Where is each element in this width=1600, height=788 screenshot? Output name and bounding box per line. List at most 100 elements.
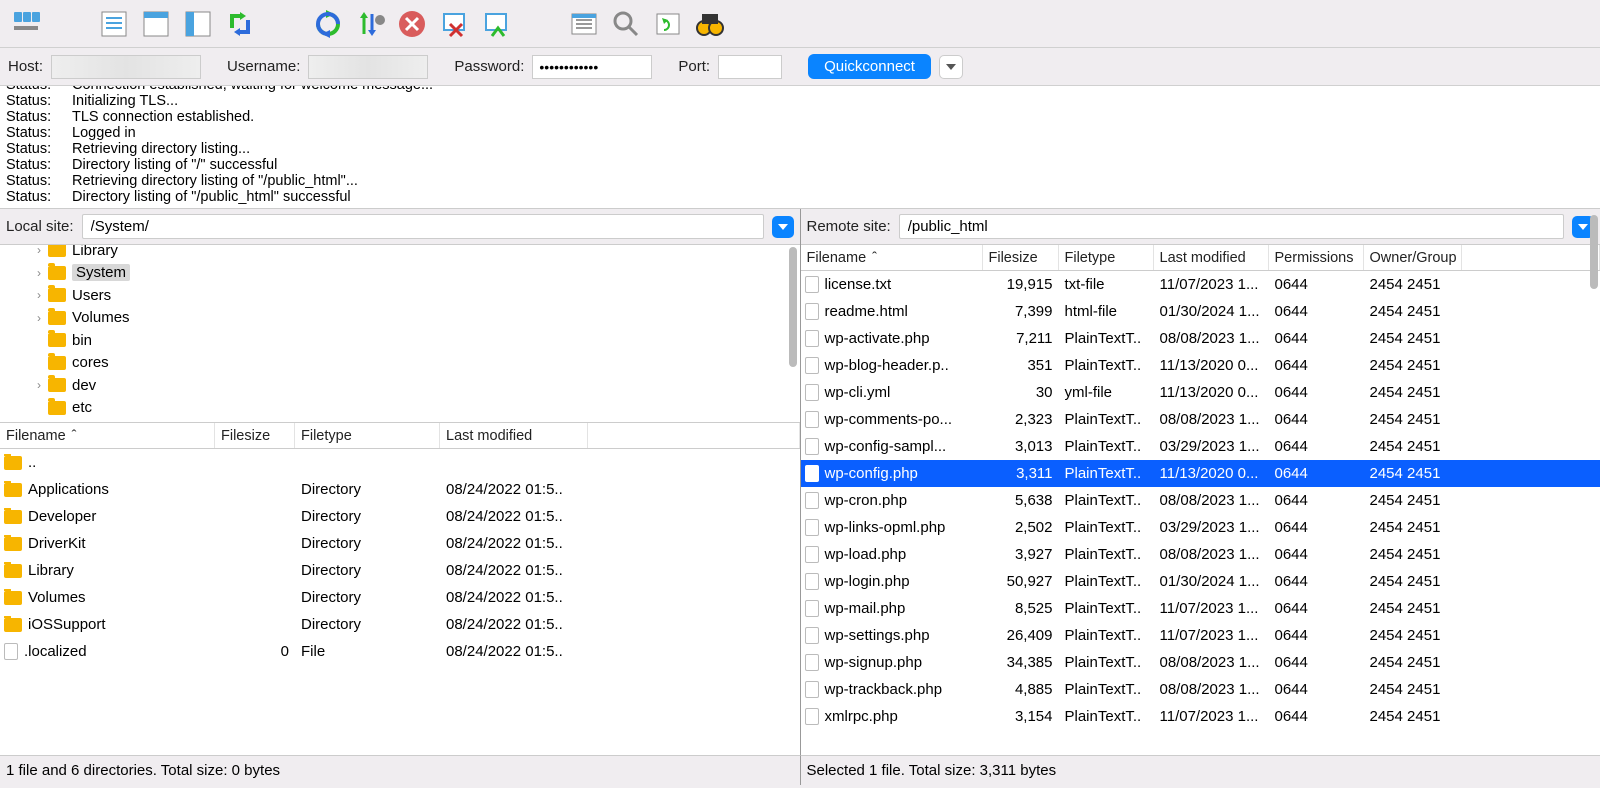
file-row[interactable]: wp-cli.yml30yml-file11/13/2020 0...06442… [801,379,1600,406]
compare-icon[interactable] [650,6,686,42]
filter-icon[interactable] [566,6,602,42]
log-line: Status:Directory listing of "/public_htm… [6,190,1594,206]
file-icon [805,600,819,617]
main-toolbar [0,0,1600,48]
folder-icon [48,333,66,347]
file-row[interactable]: wp-settings.php26,409PlainTextT..11/07/2… [801,622,1600,649]
sitemanager-icon[interactable] [8,6,44,42]
folder-icon [48,356,66,370]
file-row[interactable]: wp-login.php50,927PlainTextT..01/30/2024… [801,568,1600,595]
toggle-queue-icon[interactable] [222,6,258,42]
file-icon [805,411,819,428]
refresh-icon[interactable] [310,6,346,42]
reconnect-icon[interactable] [478,6,514,42]
toggle-remote-tree-icon[interactable] [180,6,216,42]
tree-item[interactable]: ›Library [0,245,800,262]
remote-path-input[interactable] [899,214,1564,239]
remote-site-label: Remote site: [807,218,891,235]
file-icon [805,357,819,374]
tree-item[interactable]: cores [0,352,800,375]
username-input[interactable] [308,55,428,79]
file-icon [805,276,819,293]
process-queue-icon[interactable] [352,6,388,42]
folder-icon [4,564,22,578]
message-log[interactable]: Status:Connection established, waiting f… [0,86,1600,209]
log-line: Status:Retrieving directory listing of "… [6,174,1594,190]
search-icon[interactable] [608,6,644,42]
file-row[interactable]: wp-config.php3,311PlainTextT..11/13/2020… [801,460,1600,487]
file-icon [805,708,819,725]
file-row[interactable]: wp-cron.php5,638PlainTextT..08/08/2023 1… [801,487,1600,514]
folder-icon [48,401,66,415]
local-site-label: Local site: [6,218,74,235]
scrollbar[interactable] [1590,215,1598,289]
quickconnect-history-dropdown[interactable] [939,55,963,79]
file-row[interactable]: .localized0File08/24/2022 01:5.. [0,638,800,665]
folder-icon [4,618,22,632]
local-tree[interactable]: ›Library›System›Users›Volumesbincores›de… [0,245,800,423]
tree-item[interactable]: bin [0,329,800,352]
toggle-log-icon[interactable] [96,6,132,42]
file-row[interactable]: LibraryDirectory08/24/2022 01:5.. [0,557,800,584]
file-icon [805,546,819,563]
file-row[interactable]: DeveloperDirectory08/24/2022 01:5.. [0,503,800,530]
tree-item[interactable]: ›dev [0,374,800,397]
file-row[interactable]: iOSSupportDirectory08/24/2022 01:5.. [0,611,800,638]
host-input[interactable] [51,55,201,79]
file-row[interactable]: wp-load.php3,927PlainTextT..08/08/2023 1… [801,541,1600,568]
local-status: 1 file and 6 directories. Total size: 0 … [0,755,801,785]
quickconnect-button[interactable]: Quickconnect [808,54,931,79]
remote-file-list[interactable]: Filenameˆ Filesize Filetype Last modifie… [801,245,1600,755]
file-row[interactable]: wp-links-opml.php2,502PlainTextT..03/29/… [801,514,1600,541]
file-row[interactable]: readme.html7,399html-file01/30/2024 1...… [801,298,1600,325]
folder-icon [4,456,22,470]
password-label: Password: [454,58,524,75]
file-row[interactable]: wp-activate.php7,211PlainTextT..08/08/20… [801,325,1600,352]
port-label: Port: [678,58,710,75]
folder-icon [48,288,66,302]
disconnect-icon[interactable] [436,6,472,42]
file-row[interactable]: VolumesDirectory08/24/2022 01:5.. [0,584,800,611]
toggle-local-tree-icon[interactable] [138,6,174,42]
file-row[interactable]: ApplicationsDirectory08/24/2022 01:5.. [0,476,800,503]
log-line: Status:Logged in [6,126,1594,142]
file-icon [805,438,819,455]
file-row[interactable]: wp-signup.php34,385PlainTextT..08/08/202… [801,649,1600,676]
file-icon [805,330,819,347]
file-row[interactable]: wp-mail.php8,525PlainTextT..11/07/2023 1… [801,595,1600,622]
local-pane: Local site: ›Library›System›Users›Volume… [0,209,801,755]
local-path-dropdown[interactable] [772,216,794,238]
folder-icon [4,510,22,524]
file-row[interactable]: wp-comments-po...2,323PlainTextT..08/08/… [801,406,1600,433]
tree-item[interactable]: ›Users [0,284,800,307]
file-row[interactable]: license.txt19,915txt-file11/07/2023 1...… [801,271,1600,298]
remote-status: Selected 1 file. Total size: 3,311 bytes [801,755,1600,785]
binoculars-icon[interactable] [692,6,728,42]
file-row[interactable]: wp-blog-header.p..351PlainTextT..11/13/2… [801,352,1600,379]
log-line: Status:TLS connection established. [6,110,1594,126]
folder-icon [4,537,22,551]
status-bars: 1 file and 6 directories. Total size: 0 … [0,755,1600,785]
file-row[interactable]: xmlrpc.php3,154PlainTextT..11/07/2023 1.… [801,703,1600,730]
local-path-input[interactable] [82,214,764,239]
tree-item[interactable]: etc [0,397,800,420]
username-label: Username: [227,58,300,75]
scrollbar[interactable] [789,247,797,367]
file-row[interactable]: wp-config-sampl...3,013PlainTextT..03/29… [801,433,1600,460]
folder-icon [4,483,22,497]
main-split: Local site: ›Library›System›Users›Volume… [0,209,1600,755]
password-input[interactable] [532,55,652,79]
local-file-list[interactable]: Filenameˆ Filesize Filetype Last modifie… [0,423,800,755]
file-row[interactable]: DriverKitDirectory08/24/2022 01:5.. [0,530,800,557]
tree-item[interactable]: ›Volumes [0,307,800,330]
file-row[interactable]: wp-trackback.php4,885PlainTextT..08/08/2… [801,676,1600,703]
file-row[interactable]: .. [0,449,800,476]
tree-item[interactable]: ›System [0,262,800,285]
local-columns[interactable]: Filenameˆ Filesize Filetype Last modifie… [0,423,800,449]
remote-columns[interactable]: Filenameˆ Filesize Filetype Last modifie… [801,245,1600,271]
port-input[interactable] [718,55,782,79]
cancel-icon[interactable] [394,6,430,42]
log-line: Status:Initializing TLS... [6,94,1594,110]
file-icon [805,384,819,401]
folder-icon [48,311,66,325]
